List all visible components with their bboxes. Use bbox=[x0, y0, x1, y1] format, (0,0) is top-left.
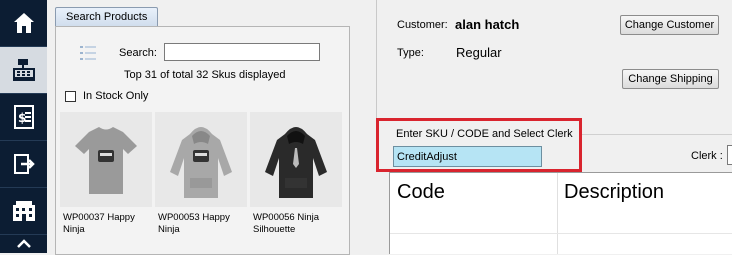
column-header-description[interactable]: Description bbox=[564, 181, 664, 204]
sku-count-text: Top 31 of total 32 Skus displayed bbox=[124, 69, 286, 81]
home-button[interactable] bbox=[0, 0, 47, 46]
product-search-body: Search: Top 31 of total 32 Skus displaye… bbox=[55, 26, 350, 255]
building-icon bbox=[12, 201, 35, 221]
product-label: WP00056 Ninja Silhouette bbox=[253, 212, 320, 235]
product-tile[interactable]: WP00037 Happy Ninja bbox=[60, 112, 152, 236]
in-stock-label: In Stock Only bbox=[83, 90, 149, 102]
left-nav: $ bbox=[0, 0, 47, 253]
cash-register-icon bbox=[12, 59, 35, 81]
tshirt-image bbox=[60, 112, 152, 207]
customer-name: alan hatch bbox=[455, 17, 520, 32]
type-value: Regular bbox=[456, 45, 502, 60]
home-icon bbox=[13, 13, 34, 33]
line-items-grid: Code Description bbox=[389, 172, 732, 254]
sku-entry-label: Enter SKU / CODE and Select Clerk bbox=[396, 128, 573, 140]
panel-divider bbox=[376, 0, 377, 120]
sku-input[interactable] bbox=[393, 146, 542, 167]
nav-more-button[interactable] bbox=[0, 235, 47, 253]
product-tile[interactable]: WP00056 Ninja Silhouette bbox=[250, 112, 342, 236]
type-label: Type: bbox=[397, 47, 424, 59]
tab-search-products[interactable]: Search Products bbox=[55, 7, 159, 27]
column-header-code[interactable]: Code bbox=[397, 181, 445, 204]
hoodie-grey-image bbox=[155, 112, 247, 207]
column-divider bbox=[557, 173, 558, 254]
exit-icon bbox=[13, 154, 35, 174]
change-customer-button[interactable]: Change Customer bbox=[620, 15, 719, 35]
change-shipping-button[interactable]: Change Shipping bbox=[622, 69, 719, 89]
in-stock-checkbox[interactable] bbox=[65, 91, 76, 102]
customer-label: Customer: bbox=[397, 19, 448, 31]
list-view-icon[interactable] bbox=[80, 45, 96, 61]
chevron-up-icon bbox=[16, 239, 31, 248]
clerk-label: Clerk : bbox=[691, 150, 723, 162]
store-button[interactable] bbox=[0, 188, 47, 234]
product-label: WP00053 Happy Ninja bbox=[158, 212, 230, 235]
pos-button[interactable] bbox=[0, 47, 47, 93]
exit-button[interactable] bbox=[0, 141, 47, 187]
product-search-panel: Search Products Search: Top 31 of total … bbox=[55, 7, 350, 255]
search-label: Search: bbox=[119, 47, 157, 59]
grid-row-line bbox=[390, 233, 732, 234]
receipt-icon: $ bbox=[13, 105, 34, 129]
divider-line bbox=[582, 134, 732, 135]
search-input[interactable] bbox=[164, 43, 320, 61]
clerk-select[interactable] bbox=[727, 145, 732, 165]
product-tile[interactable]: WP00053 Happy Ninja bbox=[155, 112, 247, 236]
receipts-button[interactable]: $ bbox=[0, 94, 47, 140]
hoodie-black-image bbox=[250, 112, 342, 207]
product-label: WP00037 Happy Ninja bbox=[63, 212, 135, 235]
